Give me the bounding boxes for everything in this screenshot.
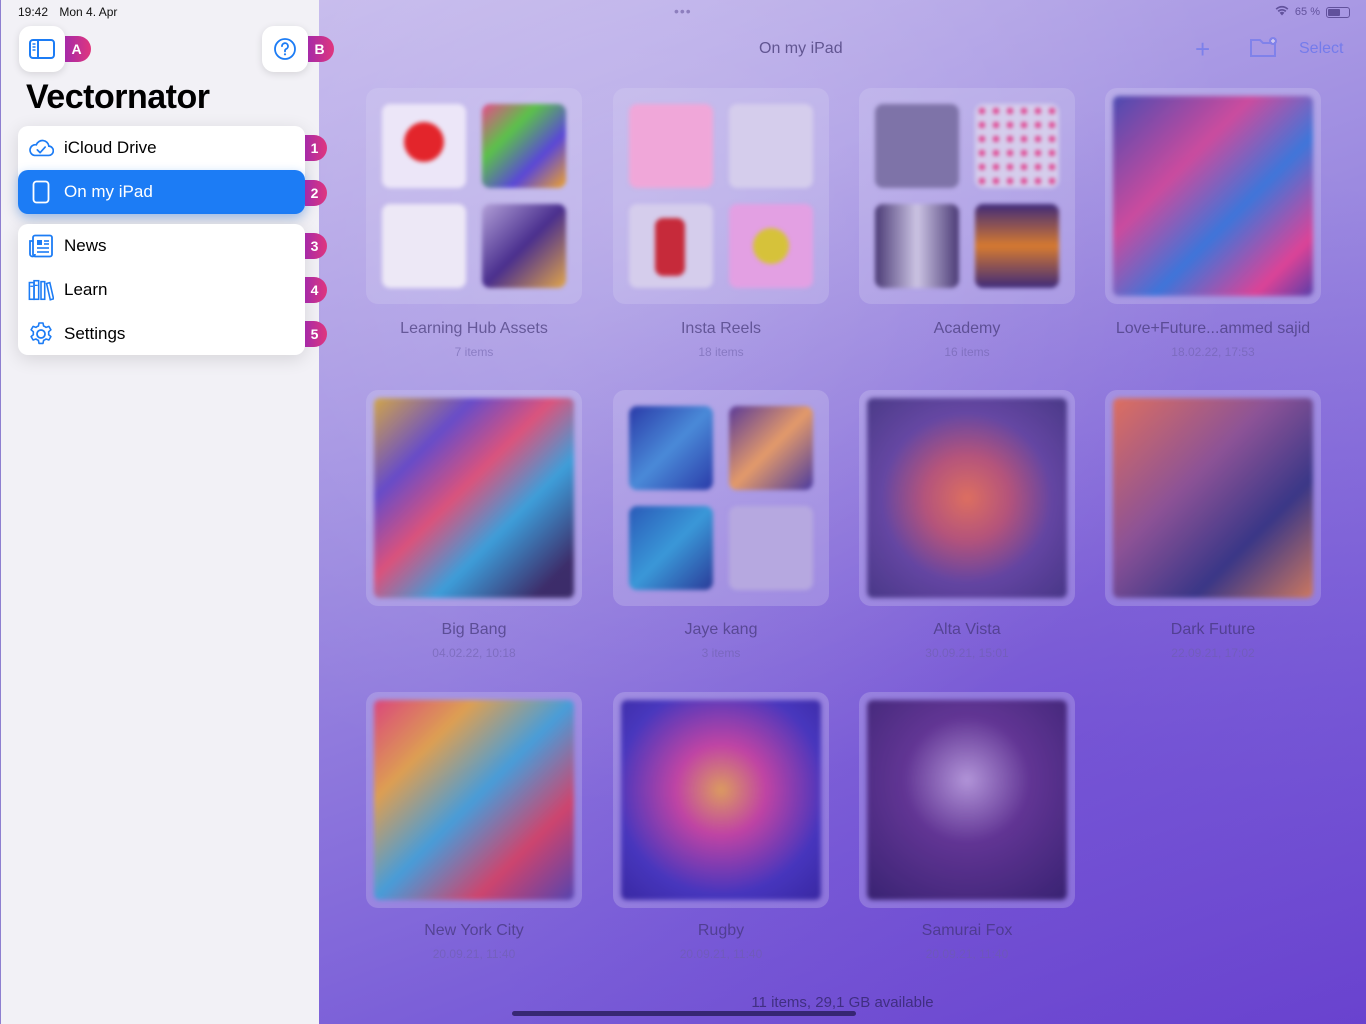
- sidebar-item-on-my-ipad[interactable]: On my iPad: [18, 170, 305, 214]
- document-name: Academy: [933, 320, 1001, 337]
- gear-icon: [28, 321, 54, 347]
- document-tile[interactable]: [1105, 390, 1321, 606]
- cloud-check-icon: [28, 135, 54, 161]
- select-button[interactable]: Select: [1299, 40, 1343, 58]
- status-bar-left: 19:42 Mon 4. Apr: [18, 5, 125, 19]
- sidebar: 19:42 Mon 4. Apr A B Vectornator iCloud …: [0, 0, 334, 1024]
- ipad-icon: [28, 179, 54, 205]
- document-meta: 18 items: [698, 345, 744, 359]
- hint-badge-a: A: [65, 36, 91, 62]
- sidebar-toggle-button[interactable]: [19, 26, 65, 72]
- document-tile[interactable]: [859, 390, 1075, 606]
- document-meta: 22.09.21, 17:02: [1171, 646, 1255, 660]
- document-name: Learning Hub Assets: [400, 320, 548, 337]
- sidebar-item-learn[interactable]: Learn: [18, 268, 305, 312]
- folder-plus-icon: [1250, 37, 1277, 57]
- sidebar-item-label: iCloud Drive: [64, 138, 157, 157]
- document-meta: 20.09.21, 11:40: [679, 947, 763, 961]
- document-tile[interactable]: [613, 692, 829, 908]
- document-tile[interactable]: [366, 88, 582, 304]
- document-name: Rugby: [697, 922, 745, 939]
- document-tile[interactable]: [613, 390, 829, 606]
- sidebar-item-label: Settings: [64, 324, 126, 343]
- document-meta: 20.09.21, 11:40: [925, 947, 1009, 961]
- document-name: Dark Future: [1170, 621, 1256, 638]
- document-tile[interactable]: [1105, 88, 1321, 304]
- nav-title: On my iPad: [759, 40, 843, 57]
- new-folder-button[interactable]: [1249, 36, 1279, 58]
- document-meta: 16 items: [944, 345, 990, 359]
- document-meta: 30.09.21, 15:01: [925, 646, 1009, 660]
- sidebar-icon: [29, 39, 55, 59]
- sidebar-item-icloud-drive[interactable]: iCloud Drive: [18, 126, 305, 170]
- status-time: 19:42: [18, 5, 49, 19]
- storage-summary: 11 items, 29,1 GB available: [751, 994, 934, 1011]
- add-document-button[interactable]: +: [1195, 34, 1210, 65]
- document-tile[interactable]: [859, 88, 1075, 304]
- document-name: Jaye kang: [684, 621, 758, 638]
- document-name: New York City: [424, 922, 524, 939]
- wifi-icon: [1275, 5, 1289, 19]
- sidebar-item-news[interactable]: News: [18, 224, 305, 268]
- document-name: Alta Vista: [933, 621, 1001, 638]
- document-meta: 7 items: [454, 345, 494, 359]
- battery-percentage: 65 %: [1294, 6, 1320, 18]
- document-tile[interactable]: [366, 390, 582, 606]
- home-indicator[interactable]: [512, 1011, 856, 1016]
- document-tile[interactable]: [613, 88, 829, 304]
- document-meta: 20.09.21, 11:40: [432, 947, 516, 961]
- document-tile[interactable]: [366, 692, 582, 908]
- multitasking-dots-icon[interactable]: •••: [674, 3, 692, 19]
- status-bar-right: 65 %: [1275, 5, 1350, 19]
- sidebar-item-label: Learn: [64, 280, 108, 299]
- locations-group: iCloud Drive On my iPad: [18, 126, 305, 214]
- hint-badge-b: B: [308, 36, 334, 62]
- document-browser: ••• 65 % On my iPad + Select Learning Hu…: [319, 0, 1366, 1024]
- help-button[interactable]: [262, 26, 308, 72]
- newspaper-icon: [28, 233, 54, 259]
- document-name: Love+Future...ammed sajid: [1115, 320, 1311, 337]
- menu-group: News Learn Settings: [18, 224, 305, 355]
- status-date: Mon 4. Apr: [59, 5, 118, 19]
- app-title: Vectornator: [26, 78, 210, 116]
- question-mark-icon: [274, 38, 296, 60]
- document-name: Samurai Fox: [921, 922, 1013, 939]
- document-meta: 04.02.22, 10:18: [432, 646, 516, 660]
- battery-icon: [1326, 6, 1350, 18]
- document-tile[interactable]: [859, 692, 1075, 908]
- sidebar-item-settings[interactable]: Settings: [18, 312, 305, 356]
- document-name: Insta Reels: [680, 320, 762, 337]
- sidebar-item-label: News: [64, 236, 107, 255]
- document-meta: 3 items: [701, 646, 741, 660]
- document-meta: 18.02.22, 17:53: [1171, 345, 1255, 359]
- sidebar-item-label: On my iPad: [64, 182, 153, 201]
- books-icon: [28, 277, 54, 303]
- document-name: Big Bang: [441, 621, 507, 638]
